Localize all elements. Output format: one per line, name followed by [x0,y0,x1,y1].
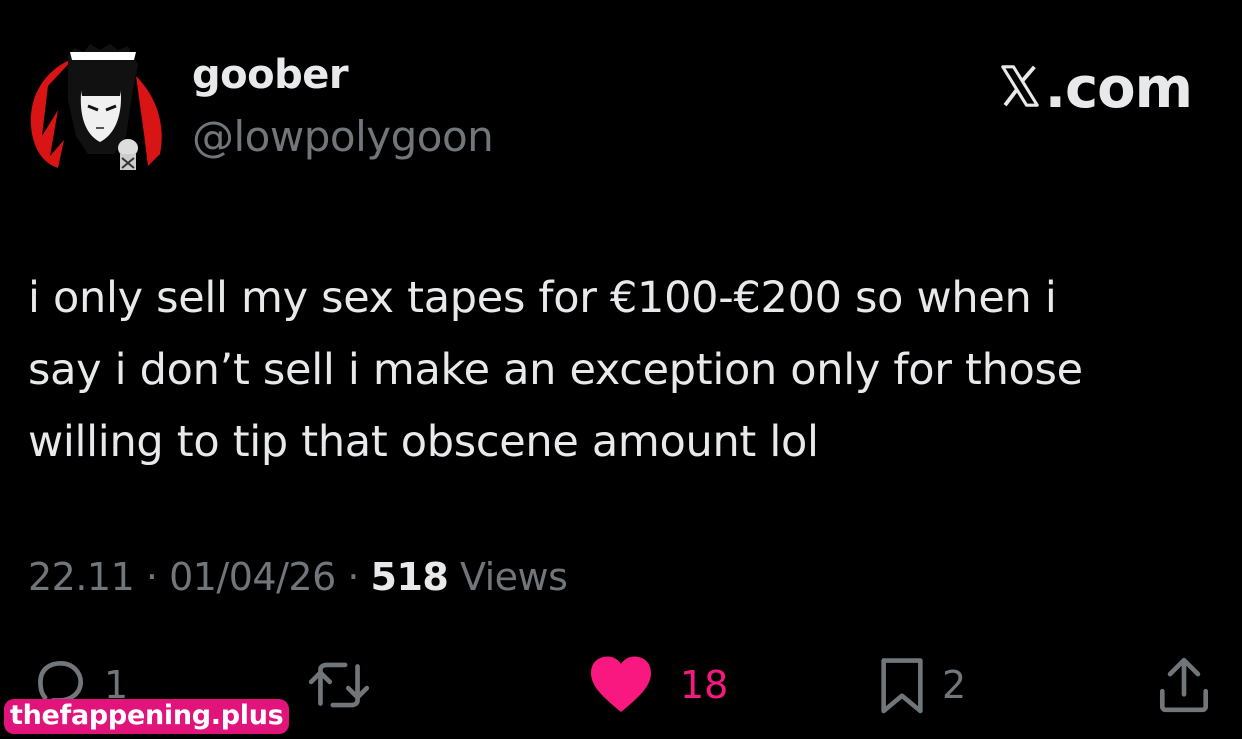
bookmark-button[interactable]: 2 [876,652,966,718]
brand: .com [997,56,1193,121]
like-count: 18 [680,663,729,707]
retweet-button[interactable] [305,652,387,718]
share-button[interactable] [1156,652,1226,718]
tweet-date[interactable]: 01/04/26 [169,555,336,599]
tweet-line: willing to tip that obscene amount lol [28,417,819,467]
views-count: 518 [370,555,449,599]
share-icon [1159,657,1209,713]
views-label: Views [459,555,568,599]
like-button[interactable]: 18 [588,652,728,718]
brand-label: .com [1044,56,1193,121]
watermark: thefappening.plus [4,699,290,734]
heart-icon [591,656,651,712]
tweet-line: say i don’t sell i make an exception onl… [28,345,1083,395]
bookmark-icon [881,658,923,714]
meta-separator: · [347,555,359,599]
tweet-line: i only sell my sex tapes for €100-€200 s… [28,273,1057,323]
retweet-icon [308,662,370,708]
display-name[interactable]: goober [192,52,349,98]
avatar-icon [30,44,162,170]
tweet-meta: 22.11 · 01/04/26 · 518 Views [28,555,568,599]
bookmark-count: 2 [942,663,967,707]
meta-separator: · [145,555,158,599]
avatar[interactable] [24,36,174,176]
tweet-time[interactable]: 22.11 [28,555,135,599]
x-logo-icon [1000,65,1039,107]
tweet-text: i only sell my sex tapes for €100-€200 s… [28,262,1223,478]
handle[interactable]: @lowpolygoon [192,112,494,161]
